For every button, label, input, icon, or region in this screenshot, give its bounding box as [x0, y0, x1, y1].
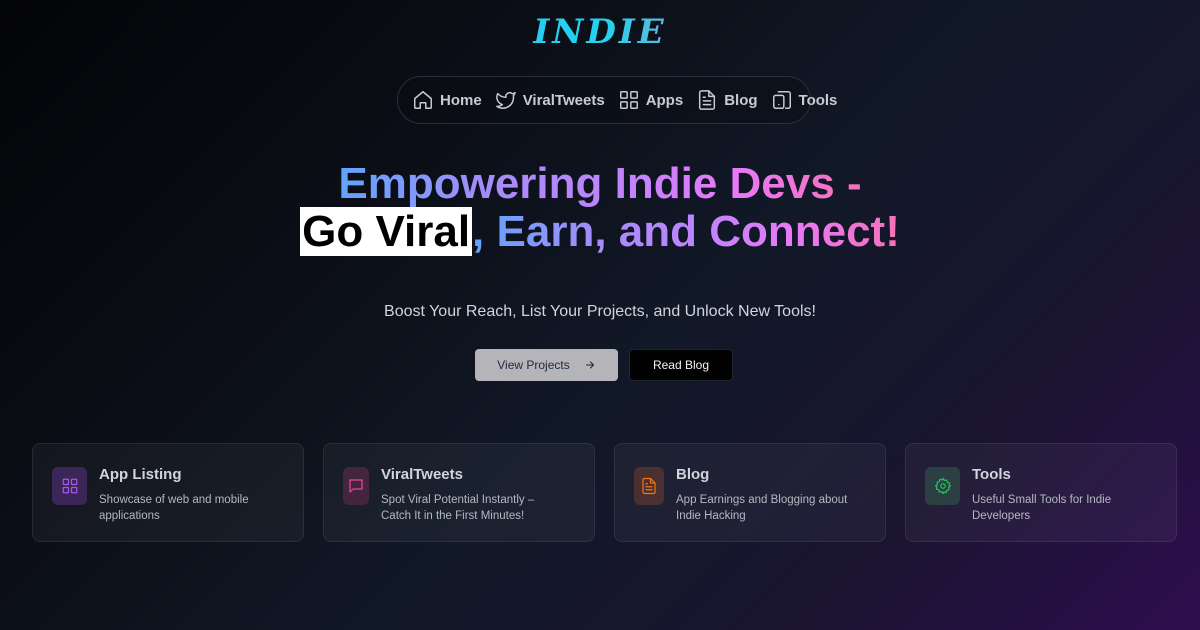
card-icon-box [634, 467, 664, 505]
nav-item-label: Home [440, 91, 482, 109]
card-description: Showcase of web and mobile applications [99, 494, 249, 522]
feature-cards: App Listing Showcase of web and mobile a… [32, 443, 1177, 542]
card-title: Tools [972, 466, 1011, 483]
view-projects-button[interactable]: View Projects [475, 349, 618, 381]
card-title: Blog [676, 466, 710, 483]
main-nav: Home ViralTweets Apps Blog Tools [397, 76, 837, 124]
twitter-icon [495, 91, 516, 109]
card-icon-box [52, 467, 87, 505]
nav-item-home[interactable]: Home [412, 88, 482, 112]
hero-line-2: , Earn, and Connect! [472, 207, 900, 256]
feature-card-tools[interactable]: Tools Useful Small Tools for Indie Devel… [905, 443, 1177, 542]
feature-card-app-listing[interactable]: App Listing Showcase of web and mobile a… [32, 443, 304, 542]
card-description: Spot Viral Potential Instantly – Catch I… [381, 494, 535, 522]
feature-card-viraltweets[interactable]: ViralTweets Spot Viral Potential Instant… [323, 443, 595, 542]
read-blog-button[interactable]: Read Blog [629, 349, 733, 381]
document-icon [699, 90, 716, 110]
nav-item-label: Blog [724, 91, 758, 109]
nav-item-label: Apps [645, 91, 684, 109]
nav-item-label: Tools [798, 91, 838, 109]
card-description: Useful Small Tools for Indie Developers [972, 494, 1112, 522]
message-icon [349, 479, 363, 493]
document-icon [642, 477, 656, 495]
nav-item-tools[interactable]: Tools [771, 88, 838, 112]
hero-highlight: Go Viral [300, 207, 473, 256]
arrow-right-icon [585, 361, 594, 369]
grid-icon [619, 91, 638, 109]
read-blog-label: Read Blog [652, 358, 710, 372]
feature-card-blog[interactable]: Blog App Earnings and Blogging about Ind… [614, 443, 886, 542]
nav-item-blog[interactable]: Blog [696, 88, 758, 112]
grid-icon [62, 478, 77, 494]
view-projects-label: View Projects [497, 358, 570, 372]
devices-icon [772, 91, 791, 109]
card-title: App Listing [99, 466, 182, 483]
card-icon-box [343, 467, 369, 505]
card-icon-box [925, 467, 960, 505]
card-description: App Earnings and Blogging about Indie Ha… [676, 494, 848, 522]
site-logo[interactable]: INDIE [0, 10, 1200, 54]
card-title: ViralTweets [381, 466, 463, 483]
hero-line-1: Empowering Indie Devs - [338, 159, 862, 208]
gear-icon [934, 477, 951, 495]
nav-item-label: ViralTweets [522, 91, 605, 109]
nav-item-apps[interactable]: Apps [618, 88, 684, 112]
home-icon [414, 91, 432, 109]
hero-subtitle: Boost Your Reach, List Your Projects, an… [384, 303, 816, 320]
hero-heading: Empowering Indie Devs - Go Viral, Earn, … [0, 160, 1200, 256]
nav-item-viraltweets[interactable]: ViralTweets [495, 88, 605, 112]
